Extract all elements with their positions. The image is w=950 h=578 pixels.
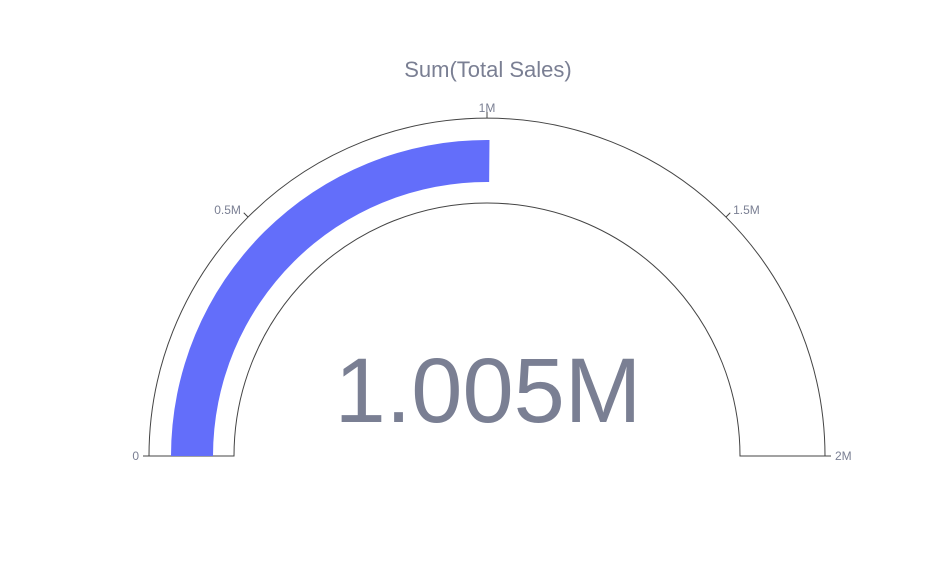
gauge-tick-label: 2M — [835, 449, 852, 463]
gauge-chart: Sum(Total Sales) 0 0.5M 1M 1.5M 2M 1.005M — [0, 0, 950, 578]
gauge-svg: Sum(Total Sales) 0 0.5M 1M 1.5M 2M 1.005M — [132, 57, 852, 463]
gauge-tick-mark — [725, 212, 731, 218]
gauge-tick-mark — [243, 212, 249, 218]
chart-title: Sum(Total Sales) — [404, 57, 572, 82]
gauge-value-label: 1.005M — [335, 340, 642, 442]
gauge-tick-label: 1M — [479, 101, 496, 115]
gauge-tick-label: 0 — [132, 449, 139, 463]
gauge-tick-label: 0.5M — [214, 203, 241, 217]
gauge-tick-label: 1.5M — [733, 203, 760, 217]
